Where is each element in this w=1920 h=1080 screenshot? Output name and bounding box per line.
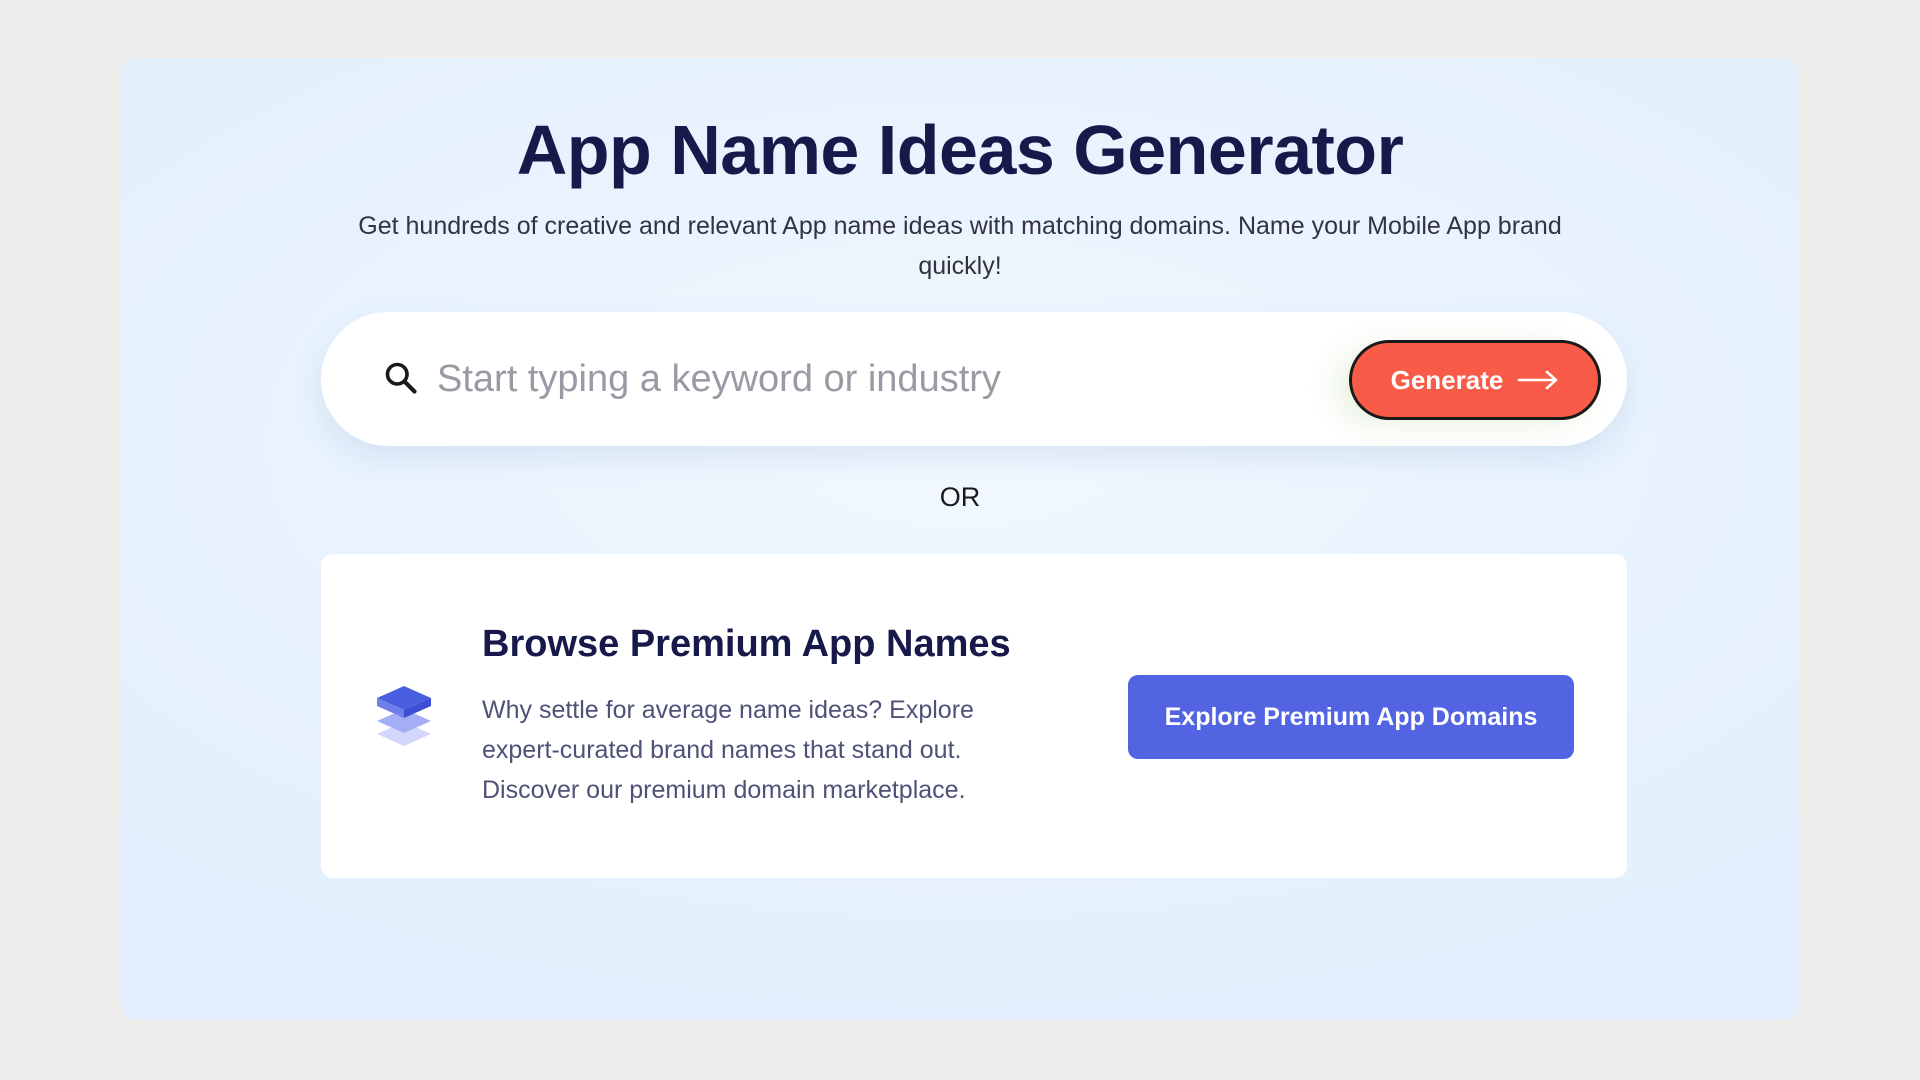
premium-card-title: Browse Premium App Names (482, 623, 1011, 665)
generate-button-label: Generate (1390, 364, 1504, 395)
or-divider: OR (939, 482, 981, 512)
premium-card-description: Why settle for average name ideas? Explo… (482, 696, 974, 804)
page-subtitle: Get hundreds of creative and relevant Ap… (358, 212, 1562, 280)
search-bar: Generate (321, 312, 1627, 446)
search-input[interactable] (437, 346, 1287, 412)
arrow-right-icon (1518, 370, 1558, 390)
generate-button[interactable]: Generate (1349, 340, 1601, 420)
page-title: App Name Ideas Generator (516, 111, 1404, 189)
search-icon (385, 362, 417, 394)
explore-premium-domains-button[interactable]: Explore Premium App Domains (1128, 675, 1574, 759)
hero-section: App Name Ideas Generator Get hundreds of… (120, 58, 1800, 1020)
explore-button-label: Explore Premium App Domains (1164, 702, 1538, 731)
premium-names-card: Browse Premium App Names Why settle for … (321, 554, 1627, 878)
layers-icon (377, 686, 431, 746)
